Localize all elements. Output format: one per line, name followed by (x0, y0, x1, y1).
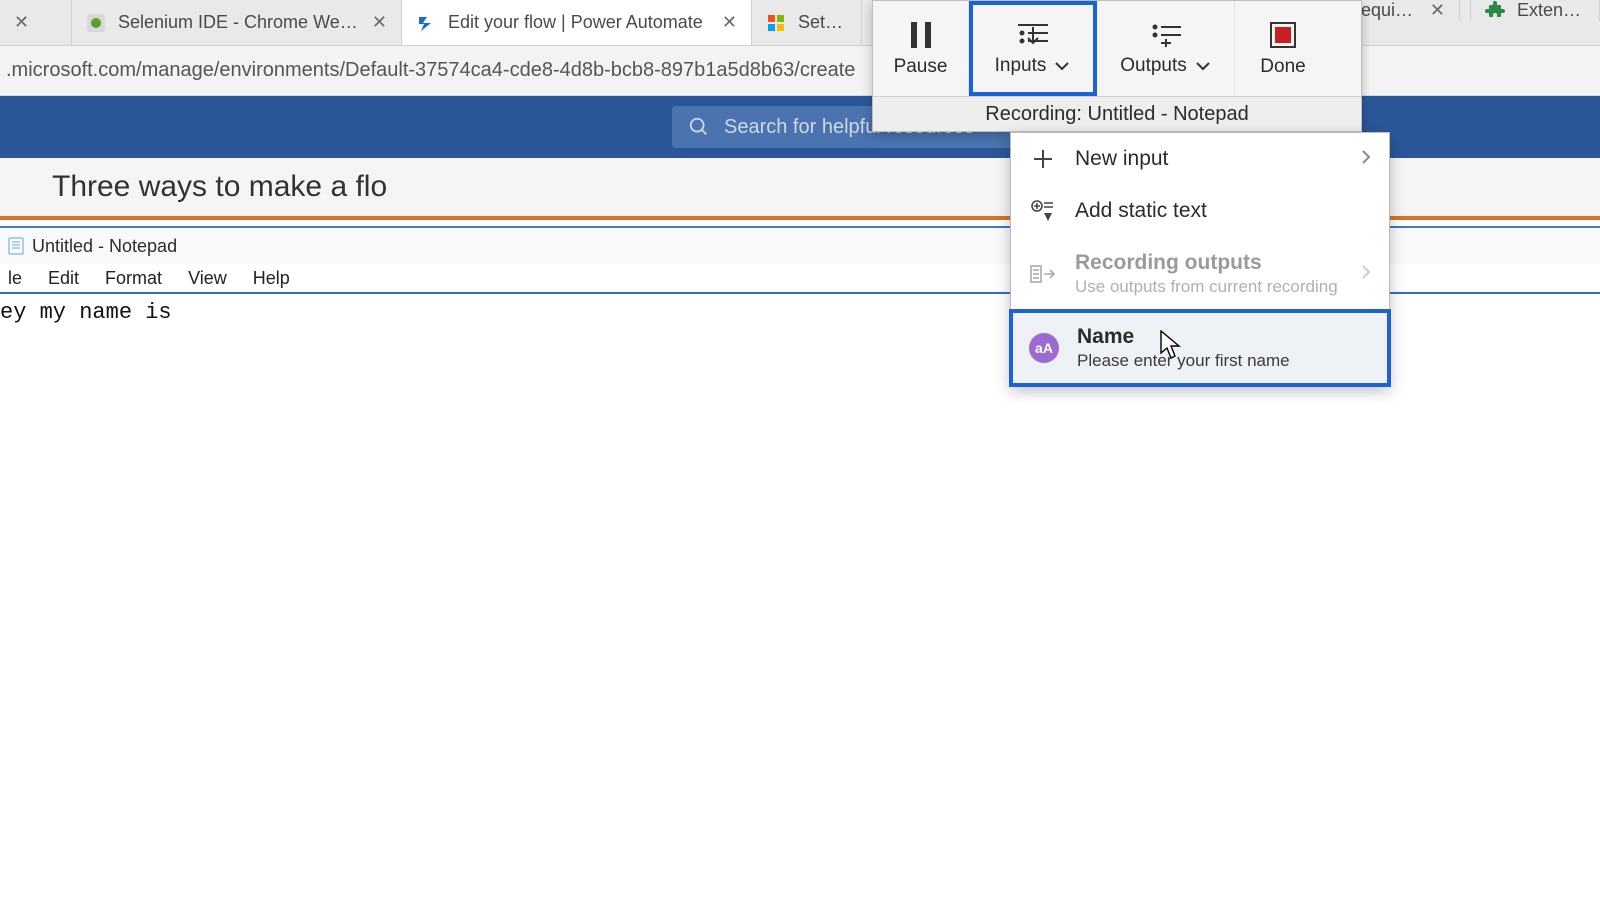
pause-button[interactable]: Pause (873, 1, 969, 96)
menu-item-new-input[interactable]: New input (1011, 133, 1389, 185)
microsoft-favicon-icon (766, 13, 786, 33)
plus-icon (1029, 148, 1057, 170)
text-input-type-icon: aA (1029, 333, 1059, 363)
chevron-right-icon (1361, 147, 1371, 171)
menu-view[interactable]: View (188, 268, 227, 289)
outputs-icon (1149, 21, 1183, 49)
recording-toolbar: Pause Inputs Outputs Done Recording: Unt… (872, 0, 1362, 132)
menu-item-add-static-text[interactable]: Add static text (1011, 185, 1389, 237)
notepad-app-icon (8, 237, 24, 255)
recording-status: Recording: Untitled - Notepad (873, 97, 1361, 131)
inputs-dropdown: New input Add static text Recording outp… (1010, 132, 1390, 386)
pause-label: Pause (894, 56, 948, 78)
tab-title: Set up (798, 12, 847, 33)
menu-item-label: Name (1077, 325, 1371, 349)
close-icon[interactable]: ✕ (14, 12, 29, 33)
tab-title: Extensions (1517, 0, 1585, 21)
power-automate-favicon-icon (416, 13, 436, 33)
close-icon[interactable]: ✕ (1430, 0, 1445, 21)
extension-favicon-icon (1485, 1, 1505, 21)
inputs-button[interactable]: Inputs (969, 1, 1097, 96)
outputs-button[interactable]: Outputs (1097, 1, 1235, 96)
inputs-label: Inputs (995, 55, 1047, 77)
notepad-title: Untitled - Notepad (32, 236, 177, 257)
static-text-icon (1029, 200, 1057, 222)
tab-title: requiren (1355, 0, 1418, 21)
menu-item-recording-outputs: Recording outputs Use outputs from curre… (1011, 237, 1389, 311)
done-button[interactable]: Done (1235, 1, 1331, 96)
menu-item-label: Recording outputs (1075, 251, 1343, 275)
menu-item-sublabel: Please enter your first name (1077, 351, 1371, 371)
menu-format[interactable]: Format (105, 268, 162, 289)
search-icon (688, 116, 710, 138)
menu-file[interactable]: le (8, 268, 22, 289)
chevron-down-icon (1054, 61, 1070, 71)
browser-tab-active[interactable]: Edit your flow | Power Automate ✕ (402, 0, 752, 45)
close-icon[interactable]: ✕ (722, 12, 737, 33)
outputs-label: Outputs (1120, 55, 1187, 77)
menu-item-name-input[interactable]: aA Name Please enter your first name (1011, 311, 1389, 385)
menu-item-label: Add static text (1075, 199, 1371, 223)
inputs-icon (1016, 21, 1050, 49)
page-headline: Three ways to make a flo (52, 170, 387, 204)
tab-title: Selenium IDE - Chrome Web Stor (118, 12, 360, 33)
browser-tab[interactable]: ✕ (0, 0, 72, 45)
tab-title: Edit your flow | Power Automate (448, 12, 710, 33)
stop-icon (1268, 20, 1298, 50)
browser-tab[interactable]: Selenium IDE - Chrome Web Stor ✕ (72, 0, 402, 45)
chevron-right-icon (1361, 262, 1371, 286)
close-icon[interactable]: ✕ (372, 12, 387, 33)
menu-item-sublabel: Use outputs from current recording (1075, 277, 1343, 297)
menu-item-label: New input (1075, 147, 1343, 171)
done-label: Done (1260, 56, 1305, 78)
menu-help[interactable]: Help (253, 268, 290, 289)
browser-tab[interactable]: Extensions (1470, 0, 1600, 21)
menu-edit[interactable]: Edit (48, 268, 79, 289)
chevron-down-icon (1195, 61, 1211, 71)
address-url: .microsoft.com/manage/environments/Defau… (6, 59, 855, 82)
recording-outputs-icon (1029, 263, 1057, 285)
selenium-favicon-icon (86, 13, 106, 33)
pause-icon (907, 20, 935, 50)
mouse-cursor-icon (1160, 330, 1182, 360)
browser-tab[interactable]: Set up (752, 0, 862, 45)
